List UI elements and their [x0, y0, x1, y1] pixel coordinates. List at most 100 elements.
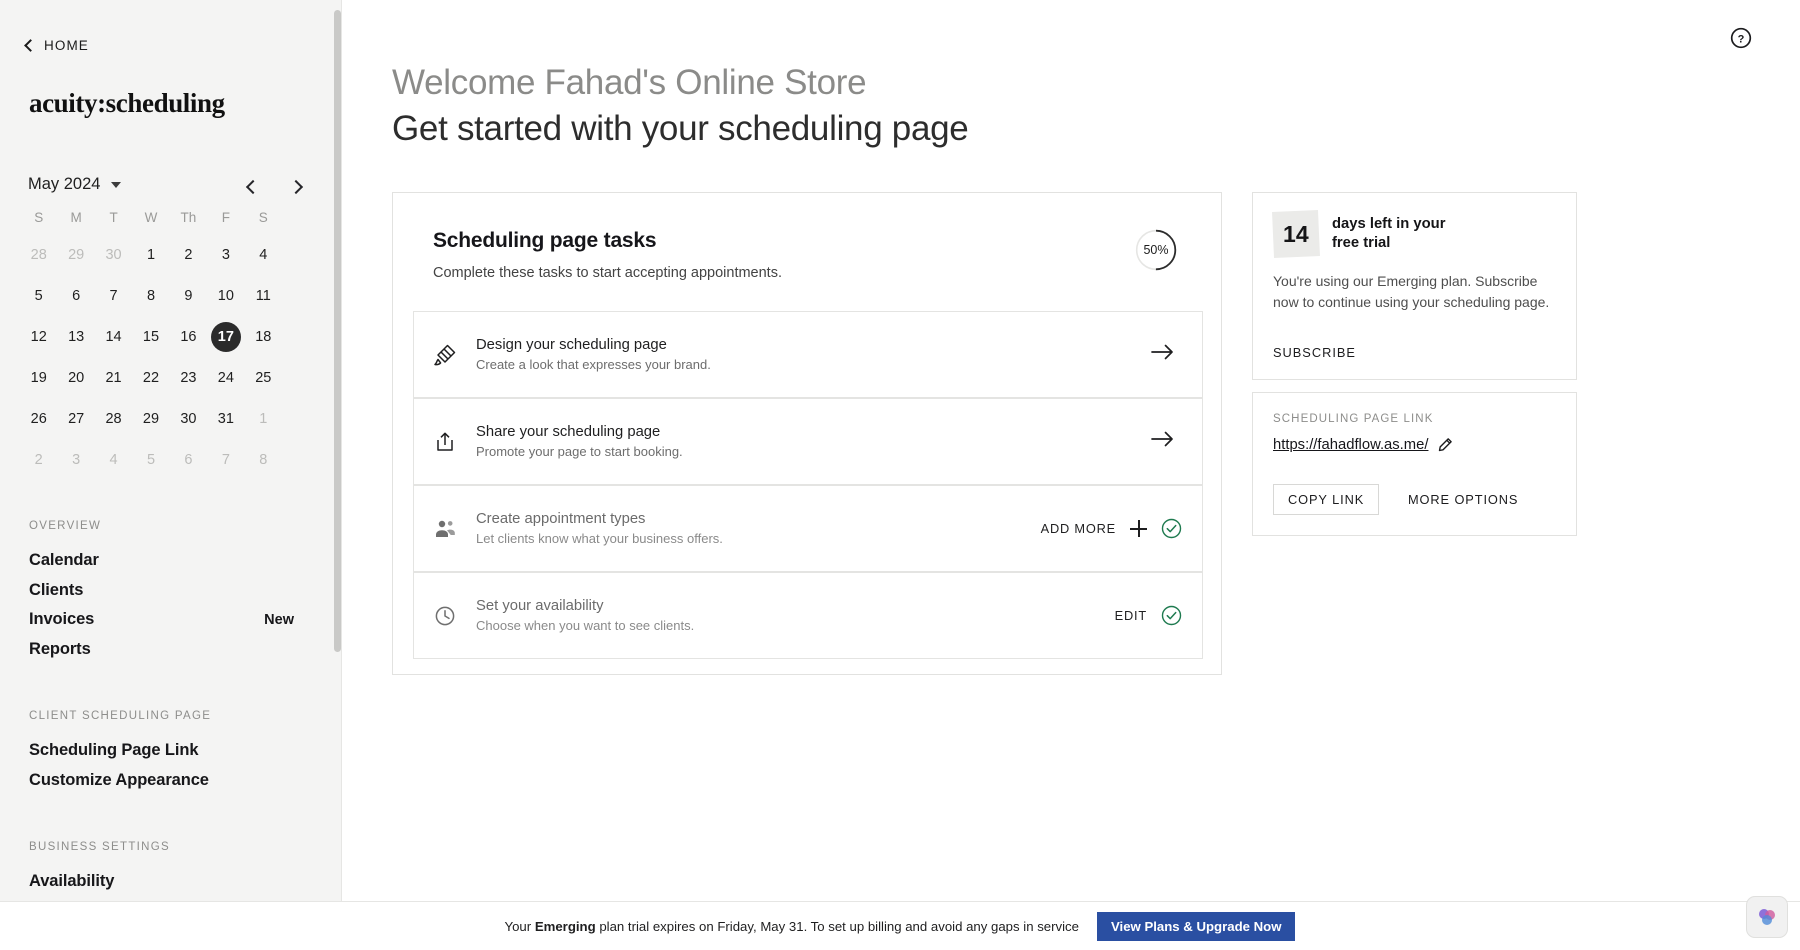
calendar-day[interactable]: 10: [207, 281, 244, 311]
calendar-day[interactable]: 28: [20, 240, 57, 270]
calendar-day-number: 29: [68, 247, 84, 263]
calendar-day[interactable]: 7: [95, 281, 132, 311]
calendar-day[interactable]: 12: [20, 322, 57, 352]
chevron-left-icon: [24, 39, 37, 52]
calendar-prev-month-button[interactable]: [238, 174, 264, 200]
task-name: Create appointment types: [476, 511, 1041, 527]
welcome-line: Welcome Fahad's Online Store: [392, 60, 968, 106]
calendar-day-number: 30: [180, 411, 196, 427]
pencil-icon[interactable]: [1437, 437, 1453, 453]
calendar-day[interactable]: 6: [57, 281, 94, 311]
calendar-day-number: 7: [222, 452, 230, 468]
calendar-day[interactable]: 22: [132, 363, 169, 393]
copy-link-button[interactable]: COPY LINK: [1273, 484, 1379, 515]
calendar-day[interactable]: 27: [57, 404, 94, 434]
tasks-progress-ring: 50%: [1135, 229, 1177, 271]
scheduling-page-tasks-card: Scheduling page tasks Complete these tas…: [392, 192, 1222, 675]
task-action-label[interactable]: ADD MORE: [1041, 521, 1116, 536]
calendar-day[interactable]: 18: [245, 322, 282, 352]
calendar-day-number: 16: [180, 329, 196, 345]
task-row[interactable]: Design your scheduling pageCreate a look…: [413, 311, 1203, 398]
calendar-day-number: 30: [105, 247, 121, 263]
sidebar-item-badge: New: [264, 612, 294, 628]
calendar-day[interactable]: 5: [20, 281, 57, 311]
calendar-month-dropdown[interactable]: May 2024: [28, 175, 121, 194]
plus-icon[interactable]: [1130, 520, 1147, 537]
calendar-day[interactable]: 28: [95, 404, 132, 434]
help-icon[interactable]: ?: [1730, 27, 1752, 49]
sidebar-item-calendar[interactable]: Calendar: [29, 551, 99, 570]
calendar-day[interactable]: 11: [245, 281, 282, 311]
calendar-day[interactable]: 16: [170, 322, 207, 352]
calendar-day[interactable]: 9: [170, 281, 207, 311]
calendar-day-number: 4: [110, 452, 118, 468]
calendar-day-number: 28: [31, 247, 47, 263]
calendar-day[interactable]: 15: [132, 322, 169, 352]
subscribe-button[interactable]: SUBSCRIBE: [1273, 345, 1356, 360]
free-trial-headline: days left in your free trial: [1332, 211, 1445, 253]
chevron-right-icon: [288, 180, 302, 194]
scheduling-page-url-link[interactable]: https://fahadflow.as.me/: [1273, 437, 1428, 453]
calendar-day[interactable]: 6: [170, 445, 207, 475]
task-row[interactable]: Set your availabilityChoose when you wan…: [413, 572, 1203, 659]
calendar-day[interactable]: 3: [57, 445, 94, 475]
calendar-day-number: 6: [72, 288, 80, 304]
more-options-button[interactable]: MORE OPTIONS: [1408, 484, 1518, 515]
calendar-day[interactable]: 29: [57, 240, 94, 270]
get-started-line: Get started with your scheduling page: [392, 106, 968, 152]
calendar-day[interactable]: 21: [95, 363, 132, 393]
sidebar-item-customize-appearance[interactable]: Customize Appearance: [29, 771, 209, 790]
calendar-day[interactable]: 19: [20, 363, 57, 393]
calendar-day[interactable]: 2: [20, 445, 57, 475]
chevron-left-icon: [245, 180, 259, 194]
calendar-day[interactable]: 3: [207, 240, 244, 270]
sidebar-item-scheduling-page-link[interactable]: Scheduling Page Link: [29, 741, 198, 760]
task-description: Let clients know what your business offe…: [476, 531, 1041, 546]
calendar-day[interactable]: 23: [170, 363, 207, 393]
sidebar-scrollbar[interactable]: [334, 0, 341, 950]
arrow-right-icon[interactable]: [1150, 429, 1174, 454]
calendar-day[interactable]: 20: [57, 363, 94, 393]
svg-text:?: ?: [1738, 33, 1745, 45]
calendar-day-selected[interactable]: 17: [207, 322, 244, 352]
calendar-day[interactable]: 2: [170, 240, 207, 270]
sidebar-item-invoices[interactable]: Invoices: [29, 610, 94, 629]
sidebar-item-availability[interactable]: Availability: [29, 872, 114, 891]
sidebar-item-clients[interactable]: Clients: [29, 581, 83, 600]
calendar-day-number: 8: [147, 288, 155, 304]
calendar-day[interactable]: 14: [95, 322, 132, 352]
sidebar-item-reports[interactable]: Reports: [29, 640, 91, 659]
calendar-day[interactable]: 29: [132, 404, 169, 434]
tasks-card-title: Scheduling page tasks: [433, 229, 1183, 253]
free-trial-headline-line1: days left in your: [1332, 215, 1445, 234]
task-row[interactable]: Create appointment types Let clients know…: [413, 485, 1203, 572]
calendar-day[interactable]: 4: [245, 240, 282, 270]
task-row[interactable]: Share your scheduling pagePromote your p…: [413, 398, 1203, 485]
calendar-day[interactable]: 31: [207, 404, 244, 434]
task-action-label[interactable]: EDIT: [1115, 608, 1147, 623]
calendar-day[interactable]: 8: [132, 281, 169, 311]
calendar-day[interactable]: 4: [95, 445, 132, 475]
calendar-day[interactable]: 13: [57, 322, 94, 352]
calendar-day[interactable]: 1: [132, 240, 169, 270]
task-description: Promote your page to start booking.: [476, 444, 1150, 459]
calendar-next-month-button[interactable]: [284, 174, 310, 200]
arrow-right-icon[interactable]: [1150, 342, 1174, 367]
calendar-day[interactable]: 30: [170, 404, 207, 434]
sidebar-scrollbar-thumb[interactable]: [334, 10, 341, 652]
calendar-day[interactable]: 30: [95, 240, 132, 270]
view-plans-upgrade-button[interactable]: View Plans & Upgrade Now: [1097, 912, 1296, 941]
calendar-day-number: 21: [105, 370, 121, 386]
task-text: Set your availabilityChoose when you wan…: [476, 598, 1115, 633]
calendar-day-number: 1: [259, 411, 267, 427]
calendar-day[interactable]: 1: [245, 404, 282, 434]
calendar-dow-4: Th: [170, 207, 207, 229]
calendar-day[interactable]: 7: [207, 445, 244, 475]
home-back-link[interactable]: HOME: [26, 38, 89, 53]
calendar-day[interactable]: 24: [207, 363, 244, 393]
calendar-day[interactable]: 25: [245, 363, 282, 393]
calendar-day[interactable]: 26: [20, 404, 57, 434]
calendar-day[interactable]: 8: [245, 445, 282, 475]
calendar-day[interactable]: 5: [132, 445, 169, 475]
assistant-sparkle-icon[interactable]: [1746, 896, 1788, 938]
